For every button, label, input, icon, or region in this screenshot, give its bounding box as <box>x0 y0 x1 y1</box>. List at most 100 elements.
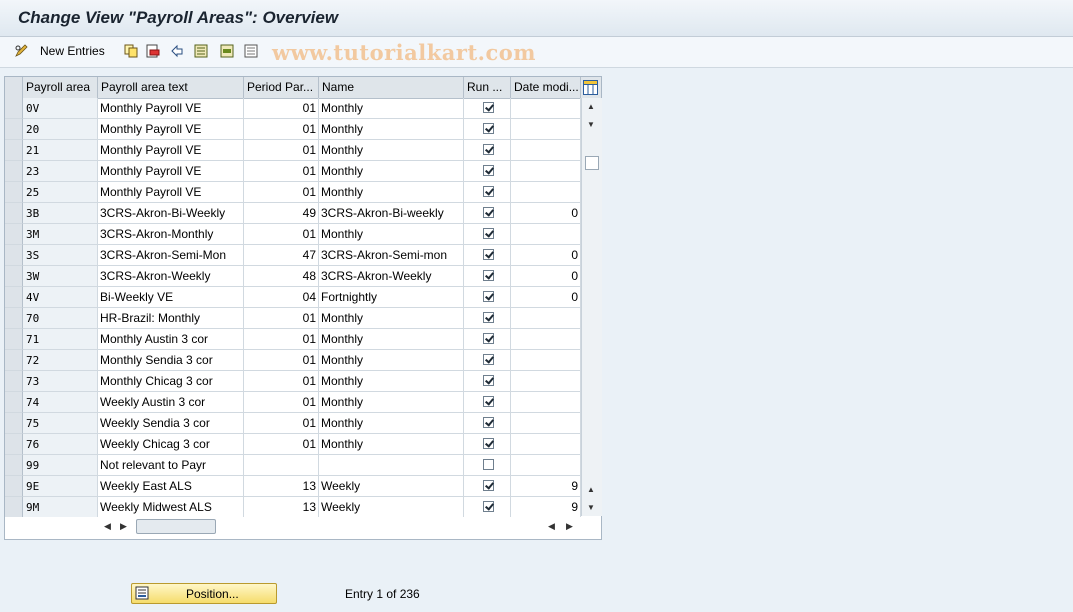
horizontal-scroll-thumb[interactable] <box>136 519 216 534</box>
date-modifier-cell[interactable] <box>511 329 581 350</box>
run-checkbox[interactable] <box>483 396 494 407</box>
date-modifier-cell[interactable] <box>511 224 581 245</box>
scroll-page-down-icon[interactable]: ▼ <box>587 503 595 513</box>
row-selector[interactable] <box>5 308 23 329</box>
run-checkbox[interactable] <box>483 417 494 428</box>
run-checkbox[interactable] <box>483 438 494 449</box>
row-selector[interactable] <box>5 182 23 203</box>
run-checkbox[interactable] <box>483 123 494 134</box>
period-name-cell[interactable]: Monthly <box>319 434 464 455</box>
period-name-cell[interactable]: Monthly <box>319 350 464 371</box>
date-modifier-cell[interactable] <box>511 119 581 140</box>
vertical-scrollbar[interactable]: ▲ ▼ ▲ ▼ <box>581 98 602 516</box>
period-parameter-cell[interactable]: 01 <box>244 98 319 119</box>
deselect-all-button[interactable] <box>244 42 258 60</box>
period-name-cell[interactable]: Monthly <box>319 182 464 203</box>
period-parameter-cell[interactable] <box>244 455 319 476</box>
period-parameter-cell[interactable]: 01 <box>244 371 319 392</box>
row-selector[interactable] <box>5 497 23 518</box>
period-parameter-cell[interactable]: 01 <box>244 329 319 350</box>
period-name-cell[interactable]: Monthly <box>319 413 464 434</box>
date-modifier-cell[interactable] <box>511 308 581 329</box>
period-parameter-cell[interactable]: 01 <box>244 392 319 413</box>
payroll-area-text-cell[interactable]: Monthly Payroll VE <box>98 161 244 182</box>
select-all-rows-cell[interactable] <box>5 77 23 98</box>
row-selector[interactable] <box>5 140 23 161</box>
row-selector[interactable] <box>5 266 23 287</box>
period-parameter-cell[interactable]: 13 <box>244 497 319 518</box>
table-settings-button[interactable] <box>583 80 598 95</box>
row-selector[interactable] <box>5 413 23 434</box>
period-name-cell[interactable]: Weekly <box>319 476 464 497</box>
date-modifier-cell[interactable] <box>511 392 581 413</box>
date-modifier-cell[interactable] <box>511 98 581 119</box>
date-modifier-cell[interactable] <box>511 434 581 455</box>
date-modifier-cell[interactable]: 0 <box>511 287 581 308</box>
period-parameter-cell[interactable]: 01 <box>244 308 319 329</box>
scroll-page-up-icon[interactable]: ▲ <box>587 485 595 495</box>
period-parameter-cell[interactable]: 01 <box>244 413 319 434</box>
payroll-area-text-cell[interactable]: 3CRS-Akron-Weekly <box>98 266 244 287</box>
run-checkbox[interactable] <box>483 291 494 302</box>
period-parameter-cell[interactable]: 01 <box>244 140 319 161</box>
date-modifier-cell[interactable] <box>511 161 581 182</box>
payroll-area-text-cell[interactable]: 3CRS-Akron-Bi-Weekly <box>98 203 244 224</box>
payroll-area-text-cell[interactable]: Weekly East ALS <box>98 476 244 497</box>
scroll-left-icon[interactable]: ◀ <box>104 521 111 532</box>
period-parameter-cell[interactable]: 01 <box>244 182 319 203</box>
scroll-left-right-pane-icon[interactable]: ◀ <box>548 521 555 532</box>
run-checkbox[interactable] <box>483 375 494 386</box>
period-name-cell[interactable]: 3CRS-Akron-Weekly <box>319 266 464 287</box>
date-modifier-cell[interactable] <box>511 182 581 203</box>
period-parameter-cell[interactable]: 48 <box>244 266 319 287</box>
payroll-area-text-cell[interactable]: Monthly Austin 3 cor <box>98 329 244 350</box>
run-checkbox[interactable] <box>483 165 494 176</box>
period-name-cell[interactable]: Weekly <box>319 497 464 518</box>
column-header-name[interactable]: Name <box>319 77 464 98</box>
run-checkbox[interactable] <box>483 144 494 155</box>
column-header-date-modified[interactable]: Date modi... <box>511 77 581 98</box>
period-parameter-cell[interactable]: 01 <box>244 119 319 140</box>
row-selector[interactable] <box>5 161 23 182</box>
row-selector[interactable] <box>5 392 23 413</box>
row-selector[interactable] <box>5 476 23 497</box>
run-checkbox[interactable] <box>483 186 494 197</box>
scroll-right-icon[interactable]: ▶ <box>120 521 127 532</box>
period-parameter-cell[interactable]: 13 <box>244 476 319 497</box>
row-selector[interactable] <box>5 98 23 119</box>
period-name-cell[interactable]: Fortnightly <box>319 287 464 308</box>
date-modifier-cell[interactable] <box>511 350 581 371</box>
run-checkbox[interactable] <box>483 249 494 260</box>
run-checkbox[interactable] <box>483 207 494 218</box>
period-parameter-cell[interactable]: 01 <box>244 350 319 371</box>
row-selector[interactable] <box>5 371 23 392</box>
payroll-area-text-cell[interactable]: Weekly Chicag 3 cor <box>98 434 244 455</box>
column-header-payroll-area[interactable]: Payroll area <box>23 77 98 98</box>
vertical-scroll-thumb[interactable] <box>585 156 599 170</box>
payroll-area-text-cell[interactable]: Weekly Midwest ALS <box>98 497 244 518</box>
run-checkbox[interactable] <box>483 228 494 239</box>
row-selector[interactable] <box>5 119 23 140</box>
run-checkbox[interactable] <box>483 354 494 365</box>
payroll-area-text-cell[interactable]: Not relevant to Payr <box>98 455 244 476</box>
column-header-payroll-area-text[interactable]: Payroll area text <box>98 77 244 98</box>
payroll-area-text-cell[interactable]: Monthly Payroll VE <box>98 182 244 203</box>
period-name-cell[interactable]: Monthly <box>319 371 464 392</box>
horizontal-scrollbar[interactable]: ◀ ▶ ◀ ▶ <box>5 517 601 537</box>
period-name-cell[interactable]: Monthly <box>319 392 464 413</box>
payroll-area-text-cell[interactable]: HR-Brazil: Monthly <box>98 308 244 329</box>
period-name-cell[interactable]: Monthly <box>319 224 464 245</box>
scroll-up-icon[interactable]: ▲ <box>587 102 595 112</box>
delete-button[interactable] <box>146 42 160 60</box>
period-name-cell[interactable]: 3CRS-Akron-Bi-weekly <box>319 203 464 224</box>
period-name-cell[interactable]: Monthly <box>319 329 464 350</box>
payroll-area-text-cell[interactable]: Weekly Sendia 3 cor <box>98 413 244 434</box>
period-name-cell[interactable]: Monthly <box>319 308 464 329</box>
new-entries-button[interactable]: New Entries <box>14 42 105 60</box>
position-button[interactable]: Position... <box>131 583 277 604</box>
copy-button[interactable] <box>124 42 138 60</box>
payroll-area-text-cell[interactable]: Monthly Payroll VE <box>98 119 244 140</box>
period-name-cell[interactable]: Monthly <box>319 140 464 161</box>
payroll-area-text-cell[interactable]: Weekly Austin 3 cor <box>98 392 244 413</box>
payroll-area-text-cell[interactable]: Monthly Payroll VE <box>98 140 244 161</box>
